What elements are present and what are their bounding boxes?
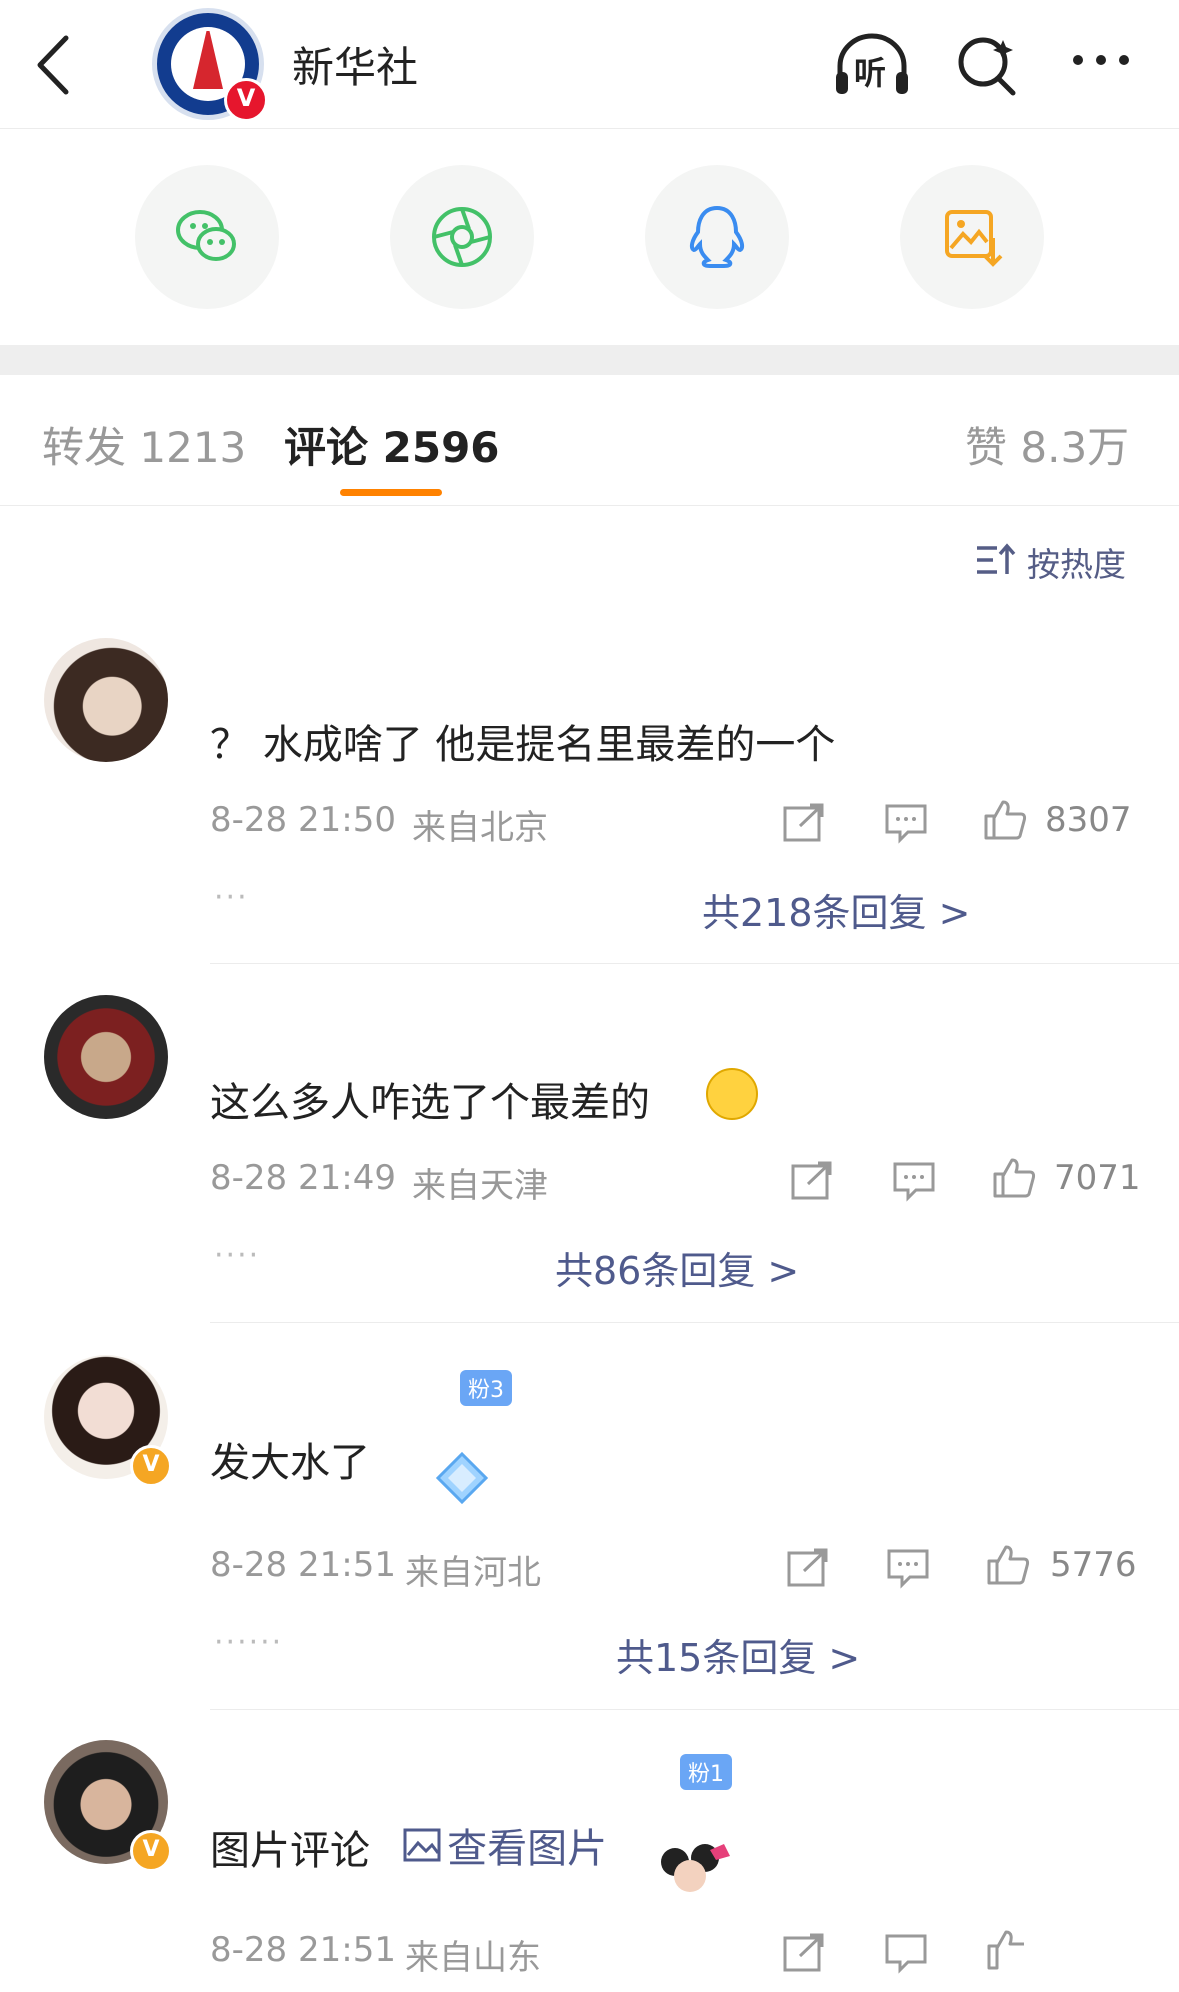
- tab-comment[interactable]: 评论 2596: [284, 414, 500, 475]
- qq-icon: [689, 205, 745, 268]
- repost-icon[interactable]: [786, 1547, 830, 1589]
- reply-preview-dots: ···: [214, 880, 249, 915]
- comment-avatar[interactable]: [44, 995, 168, 1119]
- comment-icon[interactable]: [886, 1547, 930, 1589]
- verified-badge: V: [130, 1445, 172, 1487]
- sort-button[interactable]: 按热度: [975, 538, 1135, 584]
- repost-icon[interactable]: [782, 1932, 826, 1974]
- image-icon: [403, 1828, 441, 1862]
- share-wechat-button[interactable]: [135, 165, 279, 309]
- more-button[interactable]: [1068, 32, 1134, 98]
- account-name[interactable]: 新华社: [292, 34, 418, 95]
- tab-repost[interactable]: 转发 1213: [42, 414, 246, 475]
- share-qq-button[interactable]: [645, 165, 789, 309]
- back-button[interactable]: [30, 30, 80, 100]
- comment-time: 8-28 21:51: [210, 1545, 396, 1585]
- more-icon: [1073, 55, 1129, 65]
- like-count: 7071: [1054, 1158, 1141, 1198]
- tabs-divider: [0, 505, 1179, 506]
- comment-time: 8-28 21:51: [210, 1930, 396, 1970]
- like-count: 8307: [1045, 800, 1132, 840]
- comment-location: 来自河北: [405, 1553, 541, 1593]
- repost-icon[interactable]: [790, 1160, 834, 1202]
- tab-comment-label: 评论: [284, 423, 369, 472]
- comment-text: 发大水了: [210, 1440, 370, 1486]
- share-moments-button[interactable]: [390, 165, 534, 309]
- diamond-sticker-icon: [435, 1451, 489, 1505]
- like-icon[interactable]: [992, 1156, 1036, 1198]
- like-icon[interactable]: [983, 798, 1027, 840]
- view-replies-link[interactable]: 共218条回复 >: [702, 882, 970, 937]
- comment-divider: [210, 1709, 1179, 1710]
- verified-badge: V: [224, 78, 268, 122]
- comment-time: 8-28 21:50: [210, 800, 396, 840]
- view-replies-link[interactable]: 共15条回复 >: [616, 1627, 860, 1682]
- comment-divider: [210, 1322, 1179, 1323]
- laughing-crying-emoji: [706, 1068, 758, 1120]
- search-button[interactable]: [955, 32, 1021, 98]
- chevron-left-icon: [37, 35, 69, 95]
- fan-level-badge: 粉3: [460, 1370, 512, 1406]
- comment-text: 图片评论: [210, 1828, 370, 1874]
- moments-icon: [432, 207, 492, 267]
- like-icon[interactable]: [986, 1928, 1030, 1970]
- sort-icon: [977, 543, 1016, 574]
- comment-icon[interactable]: [884, 802, 928, 844]
- active-tab-indicator: [340, 489, 442, 496]
- reply-preview-dots: ······: [214, 1625, 284, 1660]
- tab-like-count: 8.3万: [1020, 423, 1130, 472]
- like-count: 5776: [1050, 1545, 1137, 1585]
- comment-location: 来自北京: [412, 808, 548, 848]
- listen-button[interactable]: 听: [832, 32, 908, 98]
- tab-repost-label: 转发: [42, 423, 127, 472]
- repost-icon[interactable]: [782, 802, 826, 844]
- comment-text: ？ 水成啥了 他是提名里最差的一个: [210, 722, 836, 768]
- tab-comment-count: 2596: [382, 423, 500, 472]
- reply-preview-dots: ····: [214, 1238, 261, 1273]
- save-image-icon: [945, 210, 1003, 267]
- comment-location: 来自天津: [412, 1166, 548, 1206]
- fan-level-badge: 粉1: [680, 1754, 732, 1790]
- comment-location: 来自山东: [405, 1938, 541, 1978]
- listen-label: 听: [854, 54, 887, 92]
- save-image-button[interactable]: [900, 165, 1044, 309]
- comment-divider: [210, 963, 1179, 964]
- comment-icon[interactable]: [892, 1160, 936, 1202]
- sort-label: 按热度: [1027, 545, 1126, 584]
- comment-icon[interactable]: [884, 1932, 928, 1974]
- comment-avatar[interactable]: [44, 638, 168, 762]
- like-icon[interactable]: [986, 1543, 1030, 1585]
- wechat-icon: [176, 210, 236, 261]
- comment-time: 8-28 21:49: [210, 1158, 396, 1198]
- tab-repost-count: 1213: [139, 423, 247, 472]
- tab-like-label: 赞: [965, 423, 1008, 472]
- mouse-sticker-icon: [661, 1844, 730, 1892]
- view-replies-link[interactable]: 共86条回复 >: [555, 1240, 799, 1295]
- view-image-link[interactable]: 查看图片: [402, 1816, 607, 1874]
- search-icon: [958, 37, 1016, 96]
- comment-text: 这么多人咋选了个最差的: [210, 1080, 650, 1126]
- section-divider: [0, 345, 1179, 375]
- tab-like[interactable]: 赞 8.3万: [965, 414, 1129, 475]
- verified-badge: V: [130, 1830, 172, 1872]
- view-image-label: 查看图片: [447, 1826, 608, 1872]
